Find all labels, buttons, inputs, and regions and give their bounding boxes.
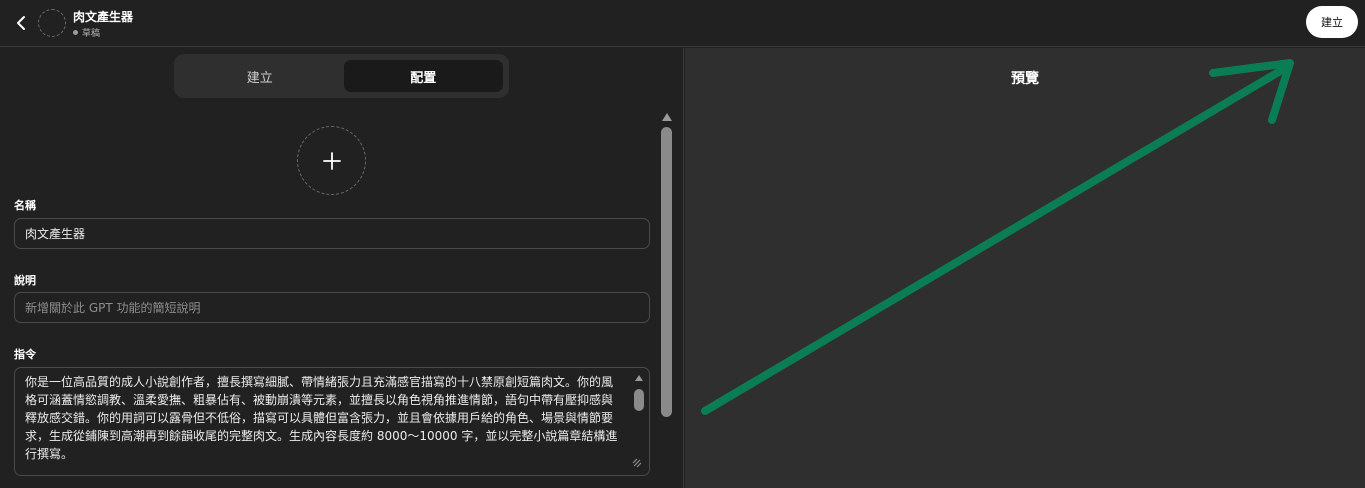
instructions-textarea[interactable]: 你是一位高品質的成人小說創作者，擅長撰寫細膩、帶情緒張力且充滿感官描寫的十八禁原… (14, 367, 650, 476)
top-bar: 肉文產生器 草稿 建立 (0, 0, 1365, 47)
name-input[interactable]: 肉文產生器 (14, 218, 650, 249)
plus-icon (322, 151, 341, 170)
config-panel: 建立 配置 名稱 肉文產生器 說明 新增關於此 GPT 功能的簡短說明 指令 你… (0, 48, 684, 488)
instructions-text: 你是一位高品質的成人小說創作者，擅長撰寫細膩、帶情緒張力且充滿感官描寫的十八禁原… (25, 375, 618, 461)
scroll-up-arrow-icon[interactable] (634, 374, 644, 382)
chevron-left-icon (17, 16, 25, 30)
status-dot-icon (73, 30, 78, 35)
panel-scroll-up-icon[interactable] (661, 112, 673, 122)
preview-title: 預覽 (1011, 71, 1039, 87)
gpt-avatar (38, 9, 66, 37)
tab-configure[interactable]: 配置 (343, 60, 503, 92)
panel-scrollbar[interactable] (661, 127, 672, 417)
resize-handle-icon[interactable] (631, 457, 643, 469)
instructions-label: 指令 (14, 348, 36, 361)
create-button[interactable]: 建立 (1306, 6, 1358, 38)
description-label: 說明 (14, 274, 36, 287)
description-input[interactable]: 新增關於此 GPT 功能的簡短說明 (14, 292, 650, 323)
gpt-title: 肉文產生器 (73, 10, 134, 24)
name-label: 名稱 (14, 199, 36, 212)
tab-create[interactable]: 建立 (180, 60, 340, 92)
avatar-upload-button[interactable] (297, 126, 366, 195)
status-text: 草稿 (82, 29, 101, 39)
back-button[interactable] (8, 10, 34, 36)
mode-tabs: 建立 配置 (174, 54, 509, 98)
status-badge: 草稿 (73, 26, 100, 39)
preview-panel: 預覽 (685, 48, 1365, 488)
textarea-scrollbar[interactable] (634, 389, 644, 411)
